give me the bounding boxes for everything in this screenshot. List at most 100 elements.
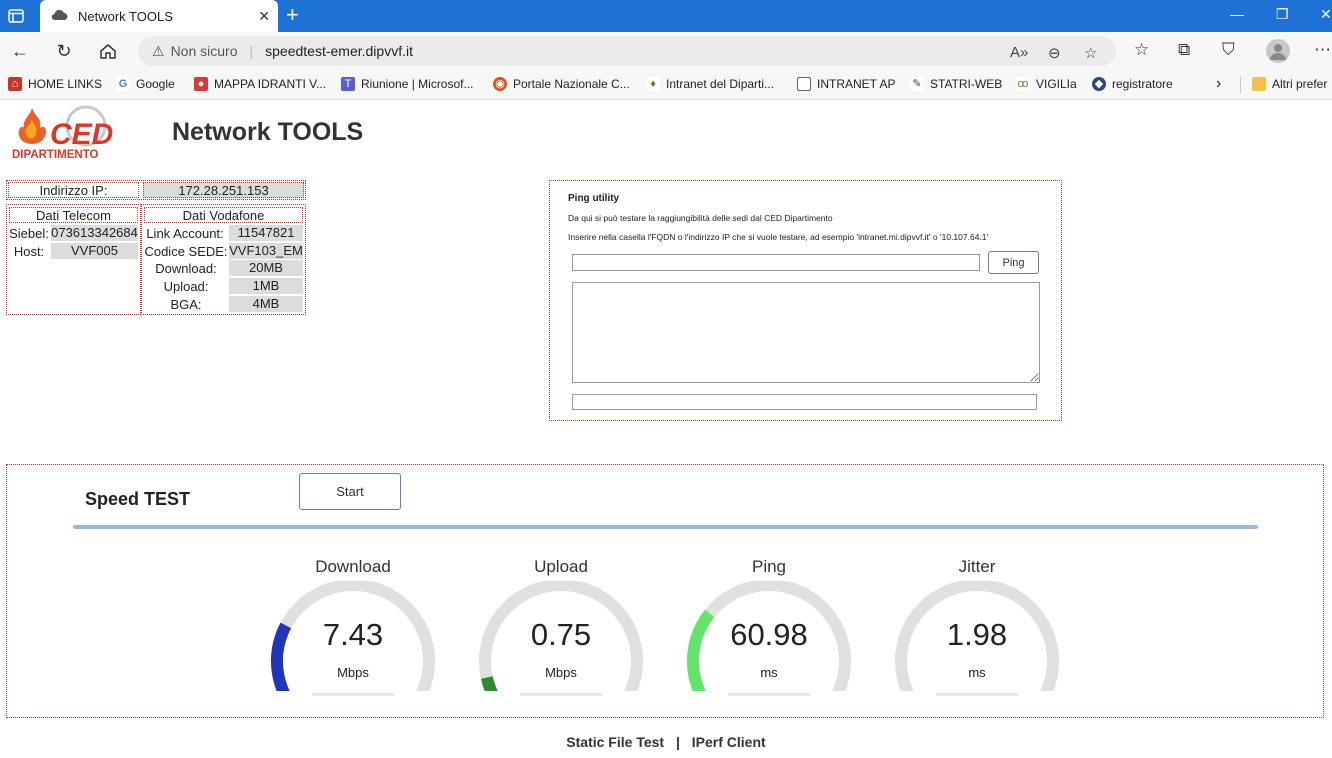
tab-actions-icon[interactable] xyxy=(0,0,32,32)
host-label: Host: xyxy=(13,244,45,259)
bookmark-portale-nazionale[interactable]: ◉ Portale Nazionale C... xyxy=(493,77,630,91)
bookmark-label: VIGILIa xyxy=(1036,77,1077,91)
bookmarks-divider xyxy=(1240,76,1241,94)
download-unit: Mbps xyxy=(337,665,369,680)
bookmark-label: Intranet del Diparti... xyxy=(666,77,775,91)
upload-label: Upload: xyxy=(163,279,209,294)
url-bar[interactable]: ⚠ Non sicuro | speedtest-emer.dipvvf.it … xyxy=(138,36,1116,66)
bookmark-statri-web[interactable]: ✎ STATRI-WEB xyxy=(910,77,1002,91)
shield-icon: ◆ xyxy=(1092,77,1106,91)
url-separator: | xyxy=(249,43,254,59)
link-account-label: Link Account: xyxy=(146,226,224,241)
speed-test-progress xyxy=(73,525,1258,529)
speed-test-title: Speed TEST xyxy=(85,489,191,509)
browser-tab[interactable]: Network TOOLS ✕ xyxy=(40,0,278,32)
ping-host-input[interactable] xyxy=(572,254,980,271)
read-aloud-icon[interactable]: A» xyxy=(1010,44,1028,61)
bookmark-mappa-idranti[interactable]: ● MAPPA IDRANTI V... xyxy=(194,77,326,91)
ip-label: Indirizzo IP: xyxy=(8,182,139,198)
ping-value: 60.98 xyxy=(730,617,808,652)
bookmark-registratore[interactable]: ◆ registratore xyxy=(1092,77,1173,91)
ping-result-field[interactable] xyxy=(572,394,1037,410)
bookmarks-bar: ⌂ HOME LINKS G Google ● MAPPA IDRANTI V... … xyxy=(0,70,1332,100)
not-secure-label: Non sicuro xyxy=(170,43,238,59)
footer-links: Static File Test | IPerf Client xyxy=(0,734,1332,750)
bookmark-home-links[interactable]: ⌂ HOME LINKS xyxy=(8,77,102,91)
download-gauge: Download 7.43 Mbps xyxy=(268,557,438,707)
map-pin-icon: ● xyxy=(194,77,208,91)
upload-value: 0.75 xyxy=(530,617,592,652)
profile-avatar[interactable] xyxy=(1266,39,1290,63)
collections-icon[interactable]: ⧉ xyxy=(1178,40,1190,60)
upload-value: 1MB xyxy=(229,278,303,294)
chevron-right-icon[interactable]: › xyxy=(1216,75,1221,93)
bookmark-label: HOME LINKS xyxy=(28,77,103,91)
siebel-label: Siebel: xyxy=(9,226,49,241)
bookmark-label: MAPPA IDRANTI V... xyxy=(214,77,327,91)
tab-title: Network TOOLS xyxy=(78,8,173,24)
window-close-icon[interactable]: ✕ xyxy=(1320,6,1332,23)
ced-logo: CED DIPARTIMENTO xyxy=(10,104,134,162)
footer-separator: | xyxy=(675,734,680,750)
bookmark-label: Altri prefer xyxy=(1272,77,1328,91)
download-value: 20MB xyxy=(229,260,303,276)
jitter-gauge: Jitter 1.98 ms xyxy=(892,557,1062,707)
new-tab-icon[interactable]: + xyxy=(286,4,299,26)
minimize-icon[interactable]: — xyxy=(1230,6,1244,22)
bookmark-label: Google xyxy=(136,77,175,91)
bookmark-intranet-ap[interactable]: INTRANET AP xyxy=(797,77,895,91)
ping-output[interactable] xyxy=(572,282,1040,383)
iperf-client-link[interactable]: IPerf Client xyxy=(692,734,766,750)
bookmark-other-favorites[interactable]: Altri prefer xyxy=(1252,77,1327,91)
restore-icon[interactable]: ❐ xyxy=(1276,6,1289,23)
vigilia-icon: ꝏ xyxy=(1016,77,1030,91)
more-options-icon[interactable]: ⋯ xyxy=(1314,40,1331,60)
jitter-value: 1.98 xyxy=(946,617,1008,652)
google-icon: G xyxy=(116,77,130,91)
gauge-label: Download xyxy=(315,557,391,576)
flame-icon: ♦ xyxy=(646,77,660,91)
link-account-value: 11547821 xyxy=(229,225,303,241)
codice-sede-value: VVF103_EM xyxy=(229,243,303,259)
ping-gauge: Ping 60.98 ms xyxy=(684,557,854,707)
bookmark-label: INTRANET AP xyxy=(817,77,896,91)
ping-unit: ms xyxy=(760,665,778,680)
ping-title: Ping utility xyxy=(568,193,620,204)
refresh-icon[interactable]: ↻ xyxy=(52,40,76,62)
vodafone-header: Dati Vodafone xyxy=(144,207,303,223)
back-icon[interactable]: ← xyxy=(8,40,32,62)
close-tab-icon[interactable]: ✕ xyxy=(258,8,270,25)
gauge-label: Ping xyxy=(751,557,787,576)
browser-essentials-icon[interactable]: ⛉ xyxy=(1222,40,1235,60)
favorites-icon[interactable]: ☆ xyxy=(1134,40,1149,60)
zoom-out-icon[interactable]: ⊖ xyxy=(1048,44,1061,62)
folder-icon xyxy=(1252,77,1266,91)
bookmark-intranet-dipartimento[interactable]: ♦ Intranet del Diparti... xyxy=(646,77,774,91)
bookmark-vigilia[interactable]: ꝏ VIGILIa xyxy=(1016,77,1077,91)
download-value: 7.43 xyxy=(322,617,384,652)
speed-test-panel: Speed TEST Start Download 7.43 Mbps Uplo… xyxy=(6,464,1324,718)
gauge-underline xyxy=(936,693,1018,696)
bookmark-riunione[interactable]: T Riunione | Microsof... xyxy=(341,77,474,91)
ping-instructions: Inserire nella casella l'FQDN o l'indiri… xyxy=(568,232,989,242)
ping-button[interactable]: Ping xyxy=(988,251,1039,274)
bookmark-google[interactable]: G Google xyxy=(116,77,175,91)
start-button[interactable]: Start xyxy=(299,473,401,510)
gauge-underline xyxy=(520,693,602,696)
static-file-test-link[interactable]: Static File Test xyxy=(566,734,664,750)
home-icon: ⌂ xyxy=(8,77,22,91)
teams-icon: T xyxy=(341,77,355,91)
url-text: speedtest-emer.dipvvf.it xyxy=(265,43,413,59)
svg-text:CED: CED xyxy=(50,118,113,151)
home-icon[interactable] xyxy=(96,40,120,62)
ping-utility-panel: Ping utility Da qui si può testare la ra… xyxy=(549,180,1062,421)
cloud-icon xyxy=(50,9,68,24)
download-label: Download: xyxy=(155,261,217,276)
telecom-header: Dati Telecom xyxy=(9,207,138,223)
add-favorite-icon[interactable]: ☆ xyxy=(1084,44,1097,62)
host-value: VVF005 xyxy=(51,243,138,259)
portale-icon: ◉ xyxy=(493,77,507,91)
address-bar-row: ← ↻ ⚠ Non sicuro | speedtest-emer.dipvvf… xyxy=(0,32,1332,70)
gauge-underline xyxy=(312,693,394,696)
pencil-icon: ✎ xyxy=(910,77,924,91)
